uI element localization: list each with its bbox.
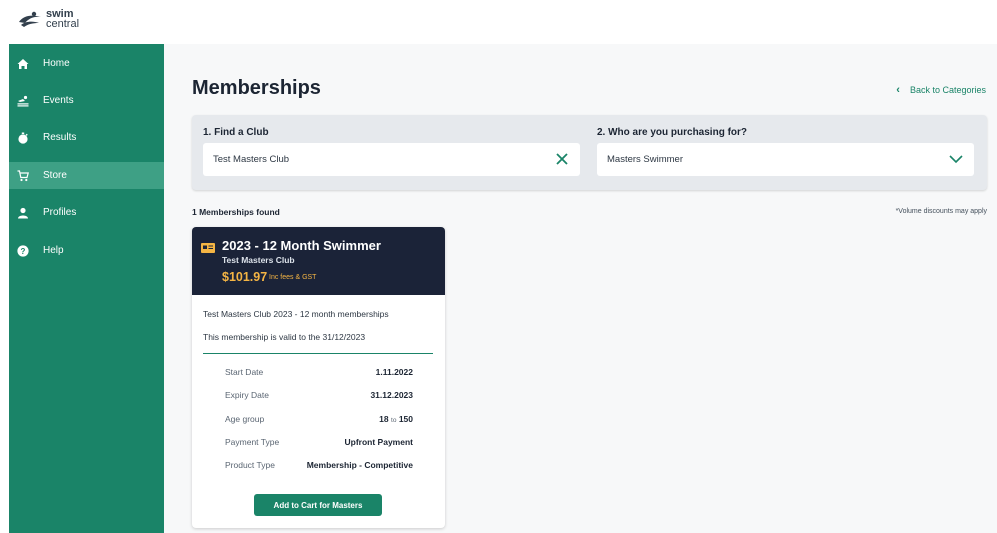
- detail-row-product-type: Product Type Membership - Competitive: [192, 460, 445, 474]
- purchaser-select-value: Masters Swimmer: [607, 154, 684, 165]
- stopwatch-icon: [16, 131, 30, 145]
- detail-value: Membership - Competitive: [306, 460, 413, 470]
- membership-card: 2023 - 12 Month Swimmer Test Masters Clu…: [192, 227, 445, 528]
- logo-line-2: central: [46, 18, 80, 30]
- sidebar-item-label: Events: [43, 95, 74, 106]
- detail-row-start-date: Start Date 1.11.2022: [192, 367, 445, 381]
- sidebar-item-label: Profiles: [43, 207, 77, 218]
- top-bar: swim central: [0, 0, 997, 44]
- person-icon: [16, 206, 30, 220]
- club-search-input[interactable]: Test Masters Club: [203, 143, 580, 176]
- sidebar-item-profiles[interactable]: Profiles: [9, 199, 164, 226]
- membership-description: Test Masters Club 2023 - 12 month member…: [203, 309, 389, 319]
- sidebar-item-home[interactable]: Home: [9, 50, 164, 77]
- sidebar-item-help[interactable]: ? Help: [9, 237, 164, 264]
- detail-label: Product Type: [225, 460, 275, 470]
- detail-label: Expiry Date: [225, 390, 269, 400]
- sidebar-item-results[interactable]: Results: [9, 124, 164, 151]
- detail-value: Upfront Payment: [344, 437, 413, 447]
- logo-text: swim central: [46, 9, 80, 30]
- add-to-cart-button[interactable]: Add to Cart for Masters: [254, 494, 382, 516]
- clear-icon[interactable]: [554, 151, 570, 167]
- detail-value: 1.11.2022: [375, 367, 413, 377]
- membership-title: 2023 - 12 Month Swimmer: [222, 238, 381, 253]
- age-separator: to: [391, 417, 397, 424]
- sidebar: Home Events Results Store Profiles ? Hel…: [9, 44, 164, 533]
- membership-card-icon: [201, 240, 215, 253]
- swimmer-icon: [16, 94, 30, 108]
- detail-value: 31.12.2023: [370, 390, 413, 400]
- main-content: Memberships ‹ Back to Categories 1. Find…: [164, 44, 997, 533]
- filter-panel: 1. Find a Club Test Masters Club 2. Who …: [192, 115, 987, 190]
- cart-icon: [16, 169, 30, 183]
- sidebar-item-store[interactable]: Store: [9, 162, 164, 189]
- detail-row-expiry-date: Expiry Date 31.12.2023: [192, 390, 445, 404]
- card-header: 2023 - 12 Month Swimmer Test Masters Clu…: [192, 227, 445, 295]
- sidebar-item-label: Help: [43, 245, 64, 256]
- home-icon: [16, 57, 30, 71]
- detail-value: 18 to 150: [379, 414, 413, 424]
- age-max: 150: [398, 414, 413, 424]
- purchaser-select[interactable]: Masters Swimmer: [597, 143, 974, 176]
- sidebar-item-label: Home: [43, 58, 70, 69]
- club-input-value: Test Masters Club: [213, 154, 290, 165]
- membership-club: Test Masters Club: [222, 255, 295, 265]
- detail-label: Start Date: [225, 367, 264, 377]
- find-club-label: 1. Find a Club: [203, 127, 269, 138]
- sidebar-item-label: Store: [43, 170, 67, 181]
- membership-price: $101.97: [222, 270, 268, 284]
- back-link-label: Back to Categories: [909, 85, 986, 95]
- chevron-left-icon: ‹: [896, 84, 900, 96]
- age-min: 18: [379, 414, 389, 424]
- detail-row-payment-type: Payment Type Upfront Payment: [192, 437, 445, 451]
- swim-central-logo[interactable]: swim central: [17, 8, 79, 30]
- detail-label: Age group: [225, 414, 265, 424]
- chevron-down-icon[interactable]: [948, 151, 964, 167]
- help-icon: ?: [16, 244, 30, 258]
- sidebar-item-events[interactable]: Events: [9, 87, 164, 114]
- detail-row-age-group: Age group 18 to 150: [192, 414, 445, 428]
- purchasing-for-label: 2. Who are you purchasing for?: [597, 127, 748, 138]
- swimmer-logo-icon: [19, 11, 41, 27]
- divider: [203, 353, 433, 354]
- results-count: 1 Memberships found: [192, 207, 280, 217]
- page-title: Memberships: [192, 77, 321, 99]
- detail-label: Payment Type: [225, 437, 280, 447]
- membership-validity: This membership is valid to the 31/12/20…: [203, 332, 366, 342]
- sidebar-item-label: Results: [43, 132, 77, 143]
- price-note: Inc fees & GST: [269, 274, 317, 281]
- back-to-categories-link[interactable]: ‹ Back to Categories: [896, 84, 986, 96]
- volume-discount-note: *Volume discounts may apply: [895, 208, 987, 215]
- svg-text:?: ?: [21, 247, 26, 256]
